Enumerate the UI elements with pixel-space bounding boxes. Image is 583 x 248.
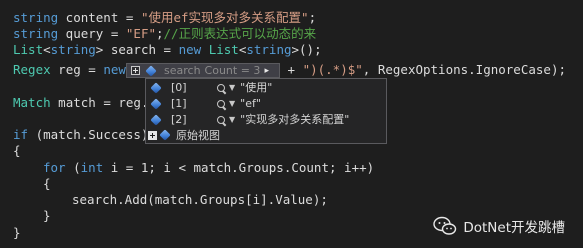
raw-view-label: 原始视图 — [176, 129, 220, 142]
object-icon — [145, 64, 157, 77]
collapse-icon[interactable] — [131, 66, 140, 75]
chevron-down-icon[interactable]: ▼ — [229, 96, 235, 112]
code-line-4-tail: + ")(.*)$", RegexOptions.IgnoreCase); — [280, 62, 566, 78]
code-text: > — [291, 42, 300, 57]
keyword: if — [13, 127, 29, 142]
code-text: { — [13, 143, 21, 158]
datatip-row[interactable]: [0] ▼ "使用" — [146, 80, 386, 96]
datatip-item-name: [1] — [171, 97, 187, 110]
type-name: Match — [13, 95, 51, 110]
magnifier-icon[interactable] — [217, 115, 227, 126]
datatip-row[interactable]: [1] ▼ "ef" — [146, 96, 386, 112]
object-icon — [150, 114, 162, 126]
keyword: string — [13, 26, 59, 41]
object-icon — [159, 129, 171, 141]
code-line-9: { — [13, 143, 21, 159]
code-line-4: Regex reg = new — [13, 62, 126, 78]
type-name: List — [13, 42, 44, 57]
keyword: string — [50, 42, 96, 57]
code-line-1: string content = "使用ef实现多对多关系配置"; — [13, 10, 316, 26]
datatip-header[interactable]: search Count = 3 ▸ — [126, 63, 280, 78]
magnifier-icon[interactable] — [217, 83, 227, 94]
code-text: (); — [299, 42, 322, 57]
code-text: content = — [58, 10, 141, 25]
code-text: query = — [58, 26, 126, 41]
keyword: for — [43, 160, 66, 175]
string-literal: "EF" — [125, 26, 156, 41]
datatip-item-name: [2] — [171, 113, 187, 126]
code-line-14: } — [13, 225, 21, 241]
code-line-2: string query = "EF";//正则表达式可以动态的来 — [13, 26, 316, 42]
datatip-item-name: [0] — [171, 81, 187, 94]
watermark: DotNet开发跳槽 — [433, 216, 565, 236]
code-line-10: for (int i = 1; i < match.Groups.Count; … — [43, 160, 374, 176]
code-line-8: if (match.Success) — [13, 127, 148, 143]
type-name: List — [208, 42, 239, 57]
datatip-variable-value: Count = 3 — [204, 64, 261, 77]
code-text: ; — [156, 26, 164, 41]
chevron-down-icon[interactable]: ▼ — [229, 112, 235, 128]
code-text: < — [43, 42, 51, 57]
code-line-12: search.Add(match.Groups[i].Value); — [72, 192, 328, 208]
code-text: match = reg.M — [50, 95, 156, 110]
chevron-right-icon[interactable]: ▸ — [264, 66, 269, 76]
code-text: reg = — [50, 62, 104, 77]
watermark-text: DotNet开发跳槽 — [463, 220, 565, 236]
keyword: int — [80, 160, 104, 175]
code-text: search.Add(match.Groups[i].Value); — [72, 192, 328, 207]
code-text: { — [43, 176, 51, 191]
code-line-11: { — [43, 176, 51, 192]
datatip-item-value[interactable]: "使用" — [240, 80, 272, 96]
expand-icon[interactable] — [148, 130, 157, 140]
keyword: string — [246, 42, 292, 57]
code-line-6: Match match = reg.M — [13, 95, 156, 111]
code-text: ; — [308, 10, 317, 25]
datatip-raw-view-row[interactable]: 原始视图 — [145, 127, 220, 143]
wechat-icon — [433, 216, 457, 236]
datatip-row[interactable]: [2] ▼ "实现多对多关系配置" — [146, 112, 386, 128]
code-text: + — [280, 62, 303, 77]
code-text: i = 1; i < match.Groups.Count; i++) — [103, 160, 375, 175]
code-comment: //正则表达式可以动态的来 — [163, 26, 317, 41]
code-text: } — [13, 225, 21, 240]
keyword: string — [13, 10, 59, 25]
object-icon — [150, 98, 162, 110]
keyword: new — [178, 42, 202, 57]
code-line-13: } — [43, 208, 51, 224]
datatip-item-value[interactable]: "ef" — [240, 96, 261, 112]
code-text: (match.Success) — [28, 127, 149, 142]
chevron-down-icon[interactable]: ▼ — [229, 80, 235, 96]
keyword: new — [103, 62, 126, 77]
code-text: ( — [65, 160, 81, 175]
code-line-3: List<string> search = new List<string>()… — [13, 42, 322, 58]
code-editor[interactable]: string content = "使用ef实现多对多关系配置"; string… — [0, 0, 583, 248]
string-literal: ")(.*)$" — [302, 62, 363, 77]
code-text: search = — [103, 42, 179, 57]
code-text: } — [43, 208, 51, 223]
datatip-variable-name: search — [164, 64, 201, 77]
object-icon — [150, 82, 162, 94]
magnifier-icon[interactable] — [217, 99, 227, 110]
string-literal: "使用ef实现多对多关系配置" — [140, 10, 309, 25]
type-name: Regex — [13, 62, 51, 77]
code-text: , RegexOptions.IgnoreCase); — [362, 62, 566, 77]
datatip-item-value[interactable]: "实现多对多关系配置" — [240, 112, 349, 128]
